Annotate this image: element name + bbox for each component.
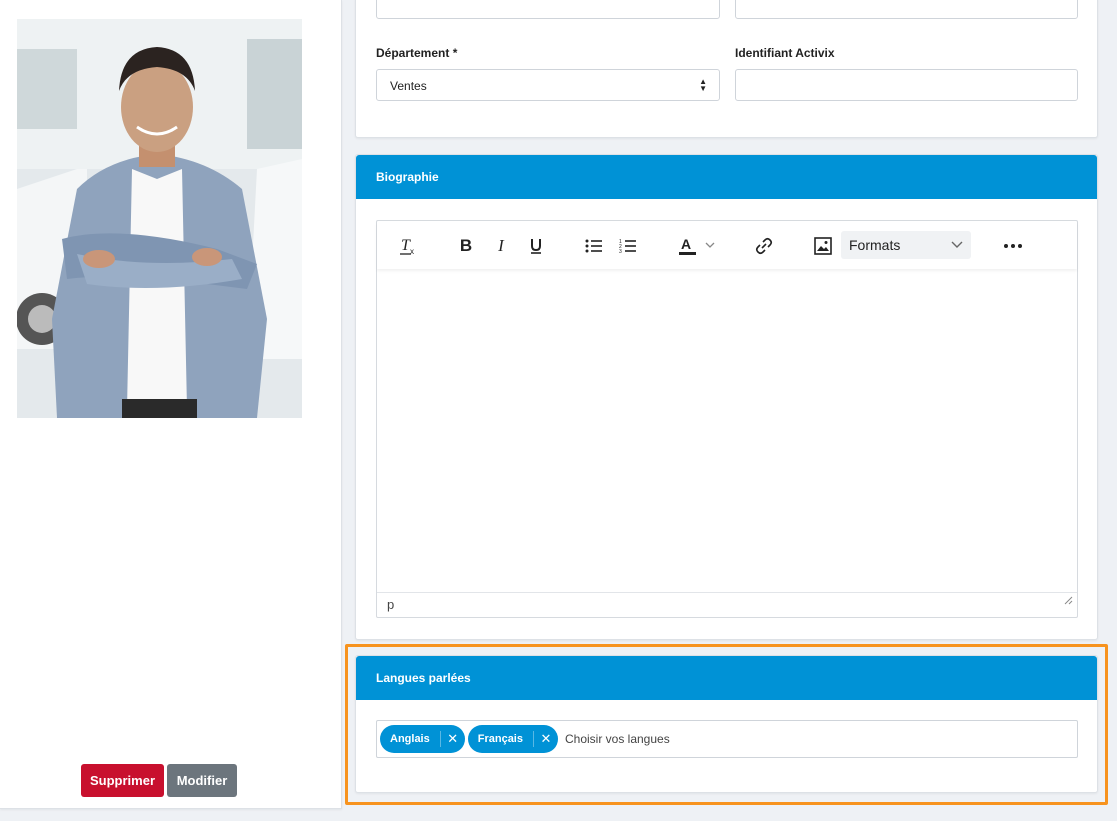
languages-header: Langues parlées: [356, 656, 1097, 700]
clear-format-icon[interactable]: Tx: [397, 235, 419, 257]
language-tag: Anglais ✕: [380, 725, 465, 753]
previous-field-right[interactable]: [735, 0, 1078, 19]
languages-tags-input[interactable]: Anglais ✕ Français ✕ Choisir vos langues: [376, 720, 1078, 758]
svg-text:3: 3: [619, 249, 622, 254]
profile-card: Supprimer Modifier: [0, 0, 342, 809]
details-card: Département * Ventes ▲ ▼ Identifiant Acti…: [355, 0, 1098, 138]
previous-field-left[interactable]: [376, 0, 720, 19]
profile-photo: [17, 19, 302, 418]
languages-card: Langues parlées Anglais ✕ Français ✕ Cho…: [355, 655, 1098, 793]
chevron-down-icon: [951, 237, 963, 254]
close-icon[interactable]: ✕: [534, 731, 558, 747]
formats-label: Formats: [849, 237, 901, 253]
department-value: Ventes: [390, 79, 427, 93]
activix-label: Identifiant Activix: [735, 46, 835, 60]
formats-dropdown[interactable]: Formats: [841, 231, 971, 259]
department-select[interactable]: Ventes ▲ ▼: [376, 69, 720, 101]
link-icon[interactable]: [753, 235, 775, 257]
italic-icon[interactable]: I: [490, 235, 512, 257]
svg-text:A: A: [681, 236, 691, 252]
select-arrows-icon: ▲ ▼: [699, 77, 707, 93]
close-icon[interactable]: ✕: [441, 731, 465, 747]
rich-text-editor[interactable]: Tx B I 123 A Formats p: [376, 220, 1078, 618]
resize-handle-icon[interactable]: [1063, 589, 1073, 613]
more-options-icon[interactable]: [1001, 235, 1025, 257]
language-tag-label: Anglais: [380, 731, 441, 747]
languages-search-input[interactable]: Choisir vos langues: [565, 732, 670, 746]
editor-content-area[interactable]: [377, 269, 1077, 592]
numbered-list-icon[interactable]: 123: [617, 235, 639, 257]
edit-button[interactable]: Modifier: [167, 764, 237, 797]
language-tag: Français ✕: [467, 725, 558, 753]
language-tag-label: Français: [468, 731, 534, 747]
editor-toolbar: Tx B I 123 A Formats: [377, 221, 1077, 269]
delete-button[interactable]: Supprimer: [81, 764, 164, 797]
biography-card: Biographie Tx B I 123 A Formats p: [355, 154, 1098, 640]
bullet-list-icon[interactable]: [583, 235, 605, 257]
text-color-icon[interactable]: A: [677, 235, 721, 257]
element-path: p: [387, 597, 395, 612]
bold-icon[interactable]: B: [455, 235, 477, 257]
biography-header: Biographie: [356, 155, 1097, 199]
image-icon[interactable]: [812, 235, 834, 257]
editor-statusbar: p: [377, 592, 1077, 617]
activix-input[interactable]: [735, 69, 1078, 101]
department-label: Département *: [376, 46, 458, 60]
underline-icon[interactable]: [525, 235, 547, 257]
